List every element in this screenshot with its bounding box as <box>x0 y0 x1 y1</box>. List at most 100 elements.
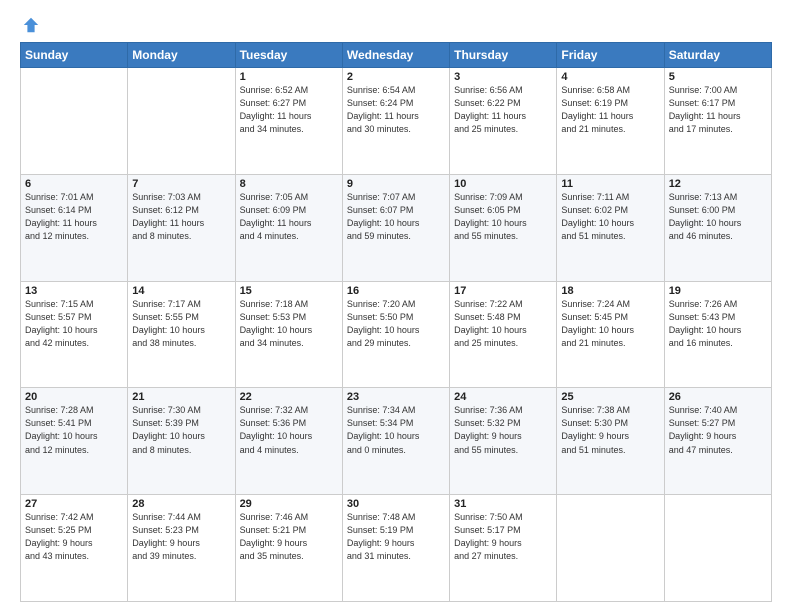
day-number: 27 <box>25 498 123 510</box>
cell-details: Sunrise: 7:05 AM Sunset: 6:09 PM Dayligh… <box>240 191 338 243</box>
calendar-cell: 1Sunrise: 6:52 AM Sunset: 6:27 PM Daylig… <box>235 68 342 175</box>
calendar-day-header: Saturday <box>664 43 771 68</box>
day-number: 16 <box>347 285 445 297</box>
cell-details: Sunrise: 7:09 AM Sunset: 6:05 PM Dayligh… <box>454 191 552 243</box>
cell-details: Sunrise: 7:13 AM Sunset: 6:00 PM Dayligh… <box>669 191 767 243</box>
day-number: 7 <box>132 178 230 190</box>
calendar-cell <box>128 68 235 175</box>
calendar-cell: 18Sunrise: 7:24 AM Sunset: 5:45 PM Dayli… <box>557 281 664 388</box>
cell-details: Sunrise: 7:03 AM Sunset: 6:12 PM Dayligh… <box>132 191 230 243</box>
day-number: 13 <box>25 285 123 297</box>
cell-details: Sunrise: 7:20 AM Sunset: 5:50 PM Dayligh… <box>347 298 445 350</box>
day-number: 30 <box>347 498 445 510</box>
calendar-cell: 5Sunrise: 7:00 AM Sunset: 6:17 PM Daylig… <box>664 68 771 175</box>
day-number: 9 <box>347 178 445 190</box>
calendar-cell <box>21 68 128 175</box>
calendar-header-row: SundayMondayTuesdayWednesdayThursdayFrid… <box>21 43 772 68</box>
calendar-cell: 28Sunrise: 7:44 AM Sunset: 5:23 PM Dayli… <box>128 495 235 602</box>
day-number: 31 <box>454 498 552 510</box>
calendar-day-header: Tuesday <box>235 43 342 68</box>
calendar-cell: 12Sunrise: 7:13 AM Sunset: 6:00 PM Dayli… <box>664 174 771 281</box>
cell-details: Sunrise: 6:58 AM Sunset: 6:19 PM Dayligh… <box>561 84 659 136</box>
day-number: 10 <box>454 178 552 190</box>
cell-details: Sunrise: 7:15 AM Sunset: 5:57 PM Dayligh… <box>25 298 123 350</box>
day-number: 17 <box>454 285 552 297</box>
calendar-table: SundayMondayTuesdayWednesdayThursdayFrid… <box>20 42 772 602</box>
day-number: 24 <box>454 391 552 403</box>
cell-details: Sunrise: 7:17 AM Sunset: 5:55 PM Dayligh… <box>132 298 230 350</box>
cell-details: Sunrise: 6:54 AM Sunset: 6:24 PM Dayligh… <box>347 84 445 136</box>
cell-details: Sunrise: 7:48 AM Sunset: 5:19 PM Dayligh… <box>347 511 445 563</box>
cell-details: Sunrise: 7:32 AM Sunset: 5:36 PM Dayligh… <box>240 404 338 456</box>
day-number: 11 <box>561 178 659 190</box>
calendar-cell: 11Sunrise: 7:11 AM Sunset: 6:02 PM Dayli… <box>557 174 664 281</box>
cell-details: Sunrise: 7:34 AM Sunset: 5:34 PM Dayligh… <box>347 404 445 456</box>
day-number: 20 <box>25 391 123 403</box>
cell-details: Sunrise: 7:01 AM Sunset: 6:14 PM Dayligh… <box>25 191 123 243</box>
calendar-cell: 14Sunrise: 7:17 AM Sunset: 5:55 PM Dayli… <box>128 281 235 388</box>
calendar-cell: 23Sunrise: 7:34 AM Sunset: 5:34 PM Dayli… <box>342 388 449 495</box>
cell-details: Sunrise: 7:24 AM Sunset: 5:45 PM Dayligh… <box>561 298 659 350</box>
calendar-day-header: Sunday <box>21 43 128 68</box>
calendar-cell: 3Sunrise: 6:56 AM Sunset: 6:22 PM Daylig… <box>450 68 557 175</box>
day-number: 12 <box>669 178 767 190</box>
calendar-cell <box>664 495 771 602</box>
calendar-cell: 13Sunrise: 7:15 AM Sunset: 5:57 PM Dayli… <box>21 281 128 388</box>
calendar-cell: 24Sunrise: 7:36 AM Sunset: 5:32 PM Dayli… <box>450 388 557 495</box>
logo-icon <box>22 16 40 34</box>
day-number: 15 <box>240 285 338 297</box>
cell-details: Sunrise: 7:38 AM Sunset: 5:30 PM Dayligh… <box>561 404 659 456</box>
day-number: 8 <box>240 178 338 190</box>
calendar-day-header: Thursday <box>450 43 557 68</box>
cell-details: Sunrise: 7:50 AM Sunset: 5:17 PM Dayligh… <box>454 511 552 563</box>
calendar-cell: 8Sunrise: 7:05 AM Sunset: 6:09 PM Daylig… <box>235 174 342 281</box>
calendar-cell: 27Sunrise: 7:42 AM Sunset: 5:25 PM Dayli… <box>21 495 128 602</box>
calendar-cell: 25Sunrise: 7:38 AM Sunset: 5:30 PM Dayli… <box>557 388 664 495</box>
calendar-cell: 19Sunrise: 7:26 AM Sunset: 5:43 PM Dayli… <box>664 281 771 388</box>
day-number: 5 <box>669 71 767 83</box>
header <box>20 16 772 32</box>
calendar-cell: 9Sunrise: 7:07 AM Sunset: 6:07 PM Daylig… <box>342 174 449 281</box>
calendar-cell: 4Sunrise: 6:58 AM Sunset: 6:19 PM Daylig… <box>557 68 664 175</box>
cell-details: Sunrise: 7:22 AM Sunset: 5:48 PM Dayligh… <box>454 298 552 350</box>
day-number: 4 <box>561 71 659 83</box>
calendar-cell: 30Sunrise: 7:48 AM Sunset: 5:19 PM Dayli… <box>342 495 449 602</box>
day-number: 6 <box>25 178 123 190</box>
calendar-cell <box>557 495 664 602</box>
calendar-cell: 29Sunrise: 7:46 AM Sunset: 5:21 PM Dayli… <box>235 495 342 602</box>
day-number: 23 <box>347 391 445 403</box>
cell-details: Sunrise: 6:56 AM Sunset: 6:22 PM Dayligh… <box>454 84 552 136</box>
cell-details: Sunrise: 7:42 AM Sunset: 5:25 PM Dayligh… <box>25 511 123 563</box>
calendar-cell: 21Sunrise: 7:30 AM Sunset: 5:39 PM Dayli… <box>128 388 235 495</box>
day-number: 21 <box>132 391 230 403</box>
calendar-day-header: Monday <box>128 43 235 68</box>
logo <box>20 16 40 32</box>
day-number: 28 <box>132 498 230 510</box>
calendar-cell: 15Sunrise: 7:18 AM Sunset: 5:53 PM Dayli… <box>235 281 342 388</box>
day-number: 2 <box>347 71 445 83</box>
calendar-cell: 6Sunrise: 7:01 AM Sunset: 6:14 PM Daylig… <box>21 174 128 281</box>
day-number: 29 <box>240 498 338 510</box>
day-number: 19 <box>669 285 767 297</box>
cell-details: Sunrise: 7:28 AM Sunset: 5:41 PM Dayligh… <box>25 404 123 456</box>
cell-details: Sunrise: 7:36 AM Sunset: 5:32 PM Dayligh… <box>454 404 552 456</box>
calendar-cell: 26Sunrise: 7:40 AM Sunset: 5:27 PM Dayli… <box>664 388 771 495</box>
calendar-week-row: 13Sunrise: 7:15 AM Sunset: 5:57 PM Dayli… <box>21 281 772 388</box>
cell-details: Sunrise: 7:40 AM Sunset: 5:27 PM Dayligh… <box>669 404 767 456</box>
day-number: 3 <box>454 71 552 83</box>
cell-details: Sunrise: 7:30 AM Sunset: 5:39 PM Dayligh… <box>132 404 230 456</box>
calendar-week-row: 6Sunrise: 7:01 AM Sunset: 6:14 PM Daylig… <box>21 174 772 281</box>
calendar-cell: 22Sunrise: 7:32 AM Sunset: 5:36 PM Dayli… <box>235 388 342 495</box>
calendar-day-header: Friday <box>557 43 664 68</box>
cell-details: Sunrise: 7:46 AM Sunset: 5:21 PM Dayligh… <box>240 511 338 563</box>
day-number: 26 <box>669 391 767 403</box>
calendar-cell: 20Sunrise: 7:28 AM Sunset: 5:41 PM Dayli… <box>21 388 128 495</box>
calendar-day-header: Wednesday <box>342 43 449 68</box>
day-number: 25 <box>561 391 659 403</box>
calendar-week-row: 1Sunrise: 6:52 AM Sunset: 6:27 PM Daylig… <box>21 68 772 175</box>
cell-details: Sunrise: 7:18 AM Sunset: 5:53 PM Dayligh… <box>240 298 338 350</box>
calendar-cell: 17Sunrise: 7:22 AM Sunset: 5:48 PM Dayli… <box>450 281 557 388</box>
calendar-week-row: 20Sunrise: 7:28 AM Sunset: 5:41 PM Dayli… <box>21 388 772 495</box>
cell-details: Sunrise: 7:00 AM Sunset: 6:17 PM Dayligh… <box>669 84 767 136</box>
calendar-week-row: 27Sunrise: 7:42 AM Sunset: 5:25 PM Dayli… <box>21 495 772 602</box>
